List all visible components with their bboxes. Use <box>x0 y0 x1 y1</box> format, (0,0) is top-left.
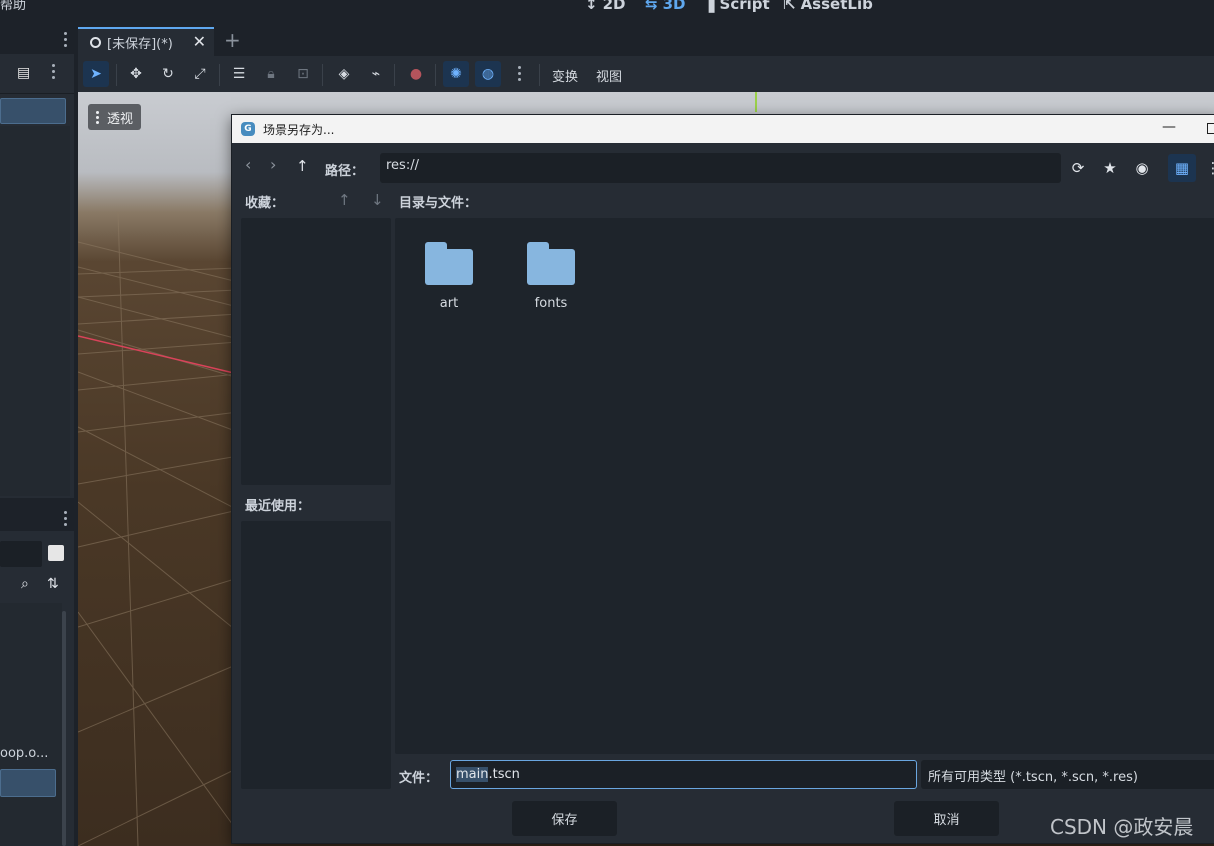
lock-icon[interactable]: 🔒︎ <box>258 61 284 87</box>
filesystem-list <box>0 603 62 846</box>
file-name-input[interactable]: main .tscn <box>450 760 917 789</box>
divider <box>435 64 436 86</box>
script-icon: ▐ <box>703 0 715 13</box>
folder-item-fonts[interactable]: fonts <box>516 242 586 311</box>
move-favorite-down-icon[interactable]: ↓ <box>371 191 384 209</box>
3d-icon: ⇆ <box>645 0 658 13</box>
mode-script-button[interactable]: ▐ Script <box>703 0 770 13</box>
filesystem-dock: ⌕ ⇅ oop.o... <box>0 503 74 846</box>
filesystem-scrollbar[interactable] <box>62 611 66 846</box>
group-icon[interactable]: ⊡ <box>290 61 316 87</box>
favorites-label: 收藏： <box>245 196 285 211</box>
transform-menu[interactable]: 变换 <box>552 66 578 85</box>
directories-label: 目录与文件： <box>399 196 478 211</box>
add-tab-icon[interactable]: + <box>224 28 241 52</box>
scene-dock-header <box>0 26 74 54</box>
godot-logo-icon: G <box>241 122 255 136</box>
divider <box>116 64 117 86</box>
kebab-icon <box>96 110 99 124</box>
filesystem-dock-header <box>0 503 74 531</box>
list-item[interactable]: oop.o... <box>0 746 48 761</box>
grid-view-icon[interactable]: ▦ <box>1168 154 1196 182</box>
scene-tree-panel <box>0 126 70 496</box>
divider <box>322 64 323 86</box>
recent-list[interactable] <box>241 521 391 789</box>
close-icon[interactable]: ✕ <box>193 32 206 51</box>
forward-icon[interactable]: › <box>270 155 276 174</box>
tab-unsaved-scene[interactable]: [未保存](*) ✕ <box>78 27 214 56</box>
file-name-selection: main <box>456 767 489 782</box>
sun-icon[interactable]: ✺ <box>443 61 469 87</box>
dock-menu-icon[interactable] <box>64 32 68 47</box>
divider <box>539 64 540 86</box>
dialog-titlebar: G 场景另存为... <box>232 115 1214 143</box>
minimize-icon[interactable]: — <box>1162 119 1176 135</box>
scene-dock-toolbar: ▤ <box>0 54 74 94</box>
filesystem-path-field[interactable] <box>0 541 42 567</box>
watermark: CSDN @政安晨 <box>1050 815 1194 839</box>
perspective-label: 透视 <box>107 111 134 127</box>
scene-dock-more-icon[interactable] <box>52 64 56 79</box>
file-type-filter-select[interactable]: 所有可用类型 (*.tscn, *.scn, *.res) <box>921 760 1214 789</box>
favorites-list[interactable] <box>241 218 391 485</box>
x-axis-line <box>78 335 239 375</box>
2d-icon: ↕ <box>585 0 598 13</box>
move-tool-icon[interactable]: ✥ <box>123 61 149 87</box>
scene-tabs: [未保存](*) ✕ + <box>78 26 1214 56</box>
mode-2d-button[interactable]: ↕ 2D <box>585 0 625 13</box>
filesystem-selected-row[interactable] <box>0 769 56 797</box>
mode-assetlib-button[interactable]: ⇱ AssetLib <box>783 0 873 13</box>
editor-top-bar: 帮助 ↕ 2D ⇆ 3D ▐ Script ⇱ AssetLib <box>0 0 1214 26</box>
camera-icon[interactable]: ● <box>403 61 429 87</box>
instance-scene-icon[interactable]: ▤ <box>17 65 30 81</box>
go-up-icon[interactable]: ↑ <box>296 157 309 175</box>
folder-name: fonts <box>534 296 568 311</box>
folder-item-art[interactable]: art <box>414 242 484 311</box>
environment-icon[interactable]: ◍ <box>475 61 501 87</box>
split-mode-icon[interactable] <box>48 545 64 561</box>
local-space-icon[interactable]: ◈ <box>331 61 357 87</box>
divider <box>394 64 395 86</box>
save-button[interactable]: 保存 <box>512 801 617 836</box>
folder-icon <box>527 242 575 285</box>
filesystem-menu-icon[interactable] <box>64 511 68 526</box>
path-label: 路径： <box>325 164 365 179</box>
scene-circle-icon <box>90 37 101 48</box>
favorite-star-icon[interactable]: ★ <box>1099 157 1121 179</box>
file-label: 文件： <box>399 771 439 786</box>
cancel-button[interactable]: 取消 <box>894 801 999 836</box>
perspective-menu-button[interactable]: 透视 <box>88 104 142 130</box>
maximize-icon[interactable] <box>1207 123 1214 134</box>
divider <box>219 64 220 86</box>
refresh-icon[interactable]: ⟳ <box>1067 157 1089 179</box>
rotate-tool-icon[interactable]: ↻ <box>155 61 181 87</box>
select-tool-icon[interactable]: ➤ <box>83 61 109 87</box>
file-name-extension: .tscn <box>488 767 520 782</box>
tab-title: [未保存](*) <box>107 37 173 52</box>
scene-dock: ▤ <box>0 26 74 498</box>
mode-3d-button[interactable]: ⇆ 3D <box>645 0 685 13</box>
list-select-icon[interactable]: ☰ <box>226 61 252 87</box>
move-favorite-up-icon[interactable]: ↑ <box>338 191 351 209</box>
snap-icon[interactable]: ⌁ <box>363 61 389 87</box>
scene-tree-selected-row[interactable] <box>0 98 66 124</box>
sort-icon[interactable]: ⇅ <box>47 576 59 592</box>
folder-name: art <box>439 296 459 311</box>
assetlib-icon: ⇱ <box>783 0 796 13</box>
recent-label: 最近使用： <box>245 499 311 514</box>
folder-icon <box>425 242 473 285</box>
file-browser-panel[interactable]: art fonts <box>395 218 1214 754</box>
menu-help[interactable]: 帮助 <box>0 0 26 13</box>
path-input[interactable]: res:// <box>380 153 1061 183</box>
dialog-title: 场景另存为... <box>263 122 335 137</box>
save-scene-dialog: G 场景另存为... — ‹ › ↑ 路径： res:// ⟳ ★ ◉ ▦ ⋮ … <box>231 114 1214 844</box>
more-options-icon[interactable] <box>518 66 522 81</box>
back-icon[interactable]: ‹ <box>245 155 251 174</box>
toggle-hidden-eye-icon[interactable]: ◉ <box>1131 157 1153 179</box>
viewport-toolbar: ➤ ✥ ↻ ⤢ ☰ 🔒︎ ⊡ ◈ ⌁ ● ✺ ◍ 变换 视图 <box>78 56 1214 92</box>
search-icon[interactable]: ⌕ <box>21 576 29 592</box>
view-menu[interactable]: 视图 <box>596 66 622 85</box>
scale-tool-icon[interactable]: ⤢ <box>187 61 213 87</box>
list-view-icon[interactable]: ⋮ <box>1202 157 1214 179</box>
